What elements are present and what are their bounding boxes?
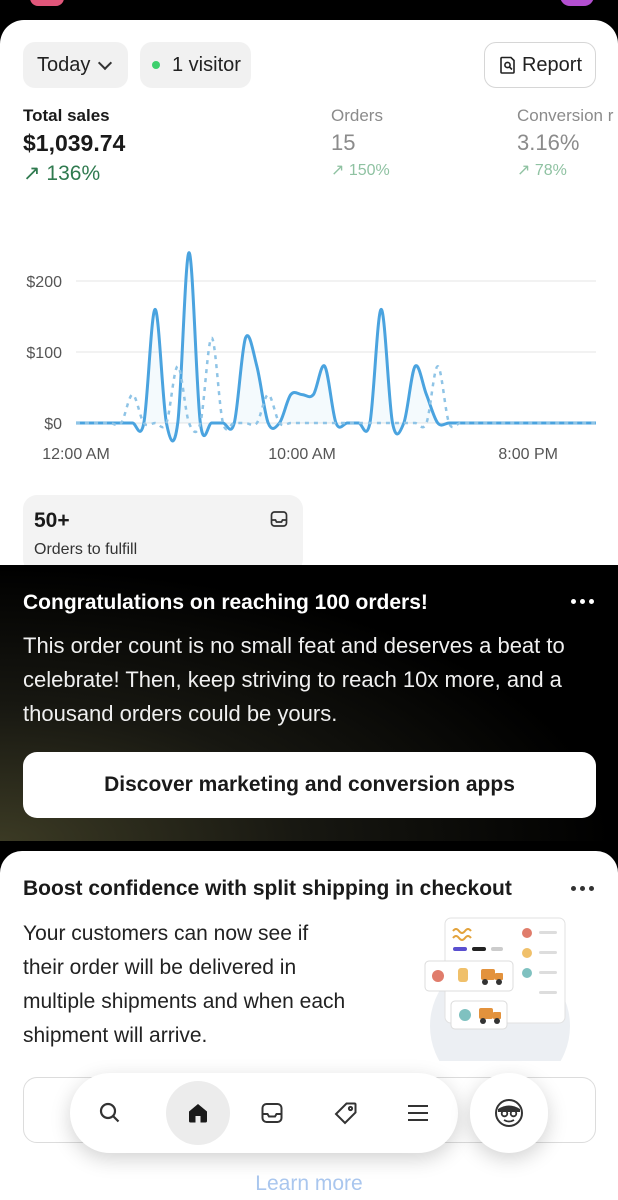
metric-label: Orders [331,106,383,125]
menu-icon [408,1105,428,1121]
shipping-body: Your customers can now see if their orde… [23,922,346,1047]
visitors-label: 1 visitor [172,53,241,76]
bottom-navigation [70,1073,458,1153]
fulfill-label: Orders to fulfill [34,541,138,558]
milestone-body: This order count is no small feat and de… [23,633,565,726]
metric-conversion[interactable]: Conversion r 3.16% ↗ 78% [517,106,613,180]
metric-change: ↗ 136% [23,162,101,185]
fulfill-count: 50+ [34,509,70,532]
report-search-icon [500,56,515,74]
tag-icon [334,1102,357,1125]
metric-change: ↗ 78% [517,162,567,179]
search-icon [99,1102,120,1123]
date-range-selector[interactable]: Today [23,42,128,88]
more-options-icon[interactable] [571,599,594,604]
milestone-title: Congratulations on reaching 100 orders! [23,591,428,614]
shipping-title: Boost confidence with split shipping in … [23,877,512,900]
milestone-card: Congratulations on reaching 100 orders! … [0,565,618,841]
y-tick-label: $200 [26,274,62,291]
learn-more-link[interactable]: Learn more [0,1172,618,1196]
x-tick-label: 10:00 AM [268,446,336,463]
metric-value: $1,039.74 [23,130,126,156]
metric-value: 3.16% [517,130,580,155]
metric-total-sales[interactable]: Total sales $1,039.74 ↗ 136% [23,106,125,186]
inbox-icon [270,511,288,527]
analytics-card: Today 1 visitor Report Total sales $1,03… [0,20,618,573]
report-button[interactable]: Report [484,42,596,88]
orders-to-fulfill-card[interactable]: 50+ Orders to fulfill [23,495,303,573]
more-options-icon[interactable] [571,886,594,891]
report-label: Report [521,53,583,76]
x-tick-label: 12:00 AM [42,446,110,463]
nav-products[interactable] [314,1081,378,1145]
live-visitors-chip[interactable]: 1 visitor [140,42,251,88]
home-icon [189,1104,207,1123]
metric-change: ↗ 150% [331,162,390,179]
nav-menu[interactable] [386,1081,450,1145]
split-shipping-illustration [424,917,570,1061]
x-tick-label: 8:00 PM [498,446,558,463]
profile-avatar[interactable] [560,0,594,6]
date-range-label: Today [37,53,91,76]
metric-orders[interactable]: Orders 15 ↗ 150% [331,106,390,180]
discover-apps-button[interactable]: Discover marketing and conversion apps [23,752,596,818]
nav-orders[interactable] [240,1081,304,1145]
nav-search[interactable] [78,1081,142,1145]
nav-home[interactable] [166,1081,230,1145]
y-tick-label: $0 [44,416,62,433]
app-badge [30,0,64,6]
store-account-button[interactable] [470,1073,548,1153]
sales-chart[interactable]: $200 $100 $0 12:00 AM 10:00 AM 8:00 PM [0,245,618,475]
y-tick-label: $100 [26,345,62,362]
inbox-icon [261,1103,283,1123]
live-dot-icon [152,61,160,69]
store-avatar-icon [495,1099,523,1127]
metric-label: Conversion r [517,106,614,125]
metric-label: Total sales [23,106,110,125]
chevron-down-icon [98,55,113,70]
metric-value: 15 [331,130,356,155]
